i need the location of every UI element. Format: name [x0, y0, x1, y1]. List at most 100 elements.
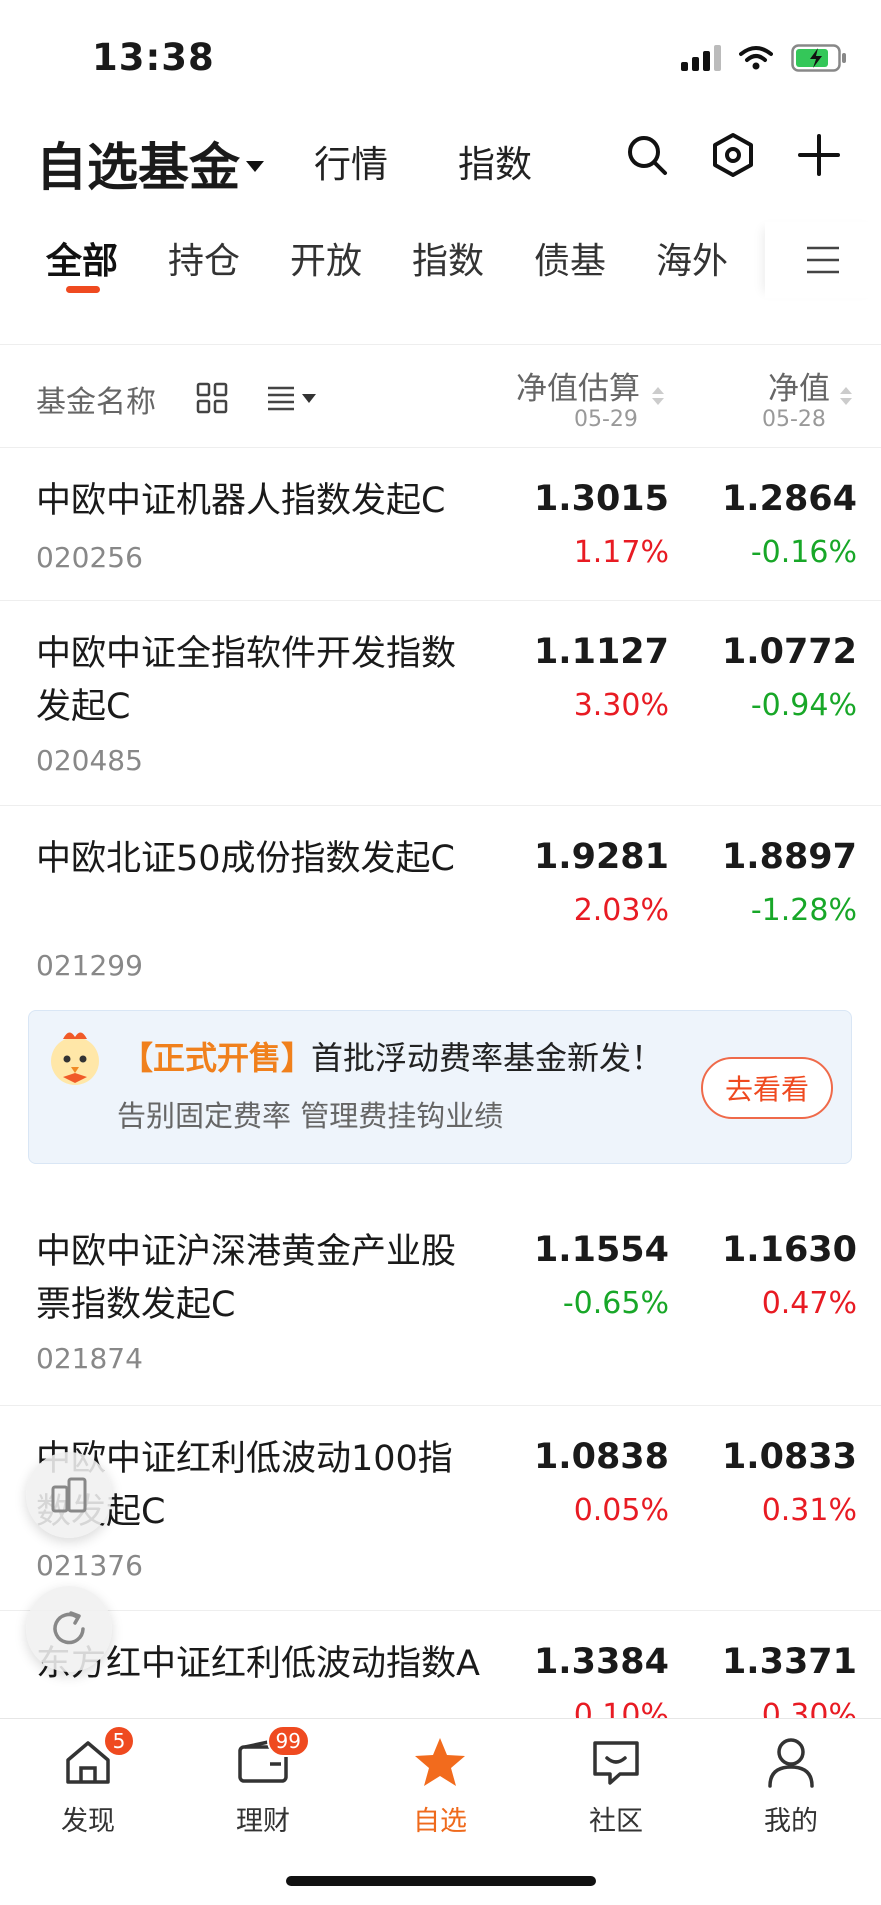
star-icon [411, 1733, 469, 1791]
fund-row[interactable]: 中欧中证全指软件开发指数发起C 020485 1.1127 3.30% 1.07… [0, 602, 881, 806]
fund-row[interactable]: 中欧中证沪深港黄金产业股票指数发起C 021874 1.1554 -0.65% … [0, 1200, 881, 1406]
fund-code: 020485 [36, 744, 143, 777]
nav-change: 0.47% [761, 1286, 857, 1321]
fund-row[interactable]: 中欧中证机器人指数发起C 020256 1.3015 1.17% 1.2864 … [0, 449, 881, 601]
est-change: 1.17% [573, 535, 669, 570]
caret-down-icon [246, 160, 265, 172]
home-icon: 5 [59, 1725, 135, 1791]
tab-index[interactable]: 指数 [412, 232, 484, 284]
fund-name: 中欧北证50成份指数发起C [36, 839, 455, 879]
est-change: 3.30% [573, 688, 669, 723]
column-est-nav[interactable]: 净值估算 [516, 363, 640, 408]
nav-label: 自选 [413, 1806, 467, 1837]
est-value: 1.1554 [533, 1230, 669, 1270]
sort-nav-icon[interactable] [840, 387, 852, 405]
fund-code: 020256 [36, 541, 143, 574]
caret-down-icon [302, 393, 316, 403]
promo-banner[interactable]: 【正式开售】 首批浮动费率基金新发！ 告别固定费率 管理费挂钩业绩 去看看 [28, 1010, 852, 1164]
status-time: 13:38 [92, 36, 215, 79]
nav-label: 理财 [236, 1806, 290, 1837]
grid-view-icon[interactable] [196, 382, 228, 414]
banner-view-button[interactable]: 去看看 [701, 1057, 833, 1119]
tab-open[interactable]: 开放 [290, 232, 362, 284]
fund-row[interactable]: 东方红中证红利低波动指数A 1.3384 0.10% 1.3371 0.30% [0, 1612, 881, 1718]
mascot-icon [51, 1032, 99, 1085]
battery-icon [791, 44, 846, 72]
column-fund-name: 基金名称 [36, 385, 156, 420]
nav-change: -1.28% [750, 893, 857, 928]
nav-watchlist[interactable]: 自选 [380, 1733, 500, 1838]
header-link-market[interactable]: 行情 [314, 134, 388, 188]
nav-label: 发现 [61, 1806, 115, 1837]
column-est-nav-date: 05-29 [574, 407, 638, 432]
fund-code: 021376 [36, 1549, 143, 1582]
nav-value: 1.0772 [721, 632, 857, 672]
tabs-menu-button[interactable] [765, 222, 881, 298]
table-header: 基金名称 净值估算 05-29 净值 05-28 [0, 344, 881, 448]
est-value: 1.1127 [533, 632, 669, 672]
est-change: 0.05% [573, 1493, 669, 1528]
fund-code: 021299 [36, 949, 143, 982]
nav-label: 社区 [589, 1806, 643, 1837]
wifi-icon [739, 46, 773, 70]
list-view-toggle[interactable] [266, 383, 316, 413]
nav-discover[interactable]: 5 发现 [28, 1725, 148, 1838]
est-change: -0.65% [562, 1286, 669, 1321]
column-nav[interactable]: 净值 [768, 363, 830, 408]
floating-compare-button[interactable] [26, 1452, 112, 1538]
nav-change: 0.30% [761, 1698, 857, 1718]
fund-name: 中欧中证沪深港黄金产业股票指数发起C [36, 1232, 457, 1325]
tab-bond[interactable]: 债基 [534, 232, 606, 284]
fund-row[interactable]: 中欧中证红利低波动100指数发起C 021376 1.0838 0.05% 1.… [0, 1407, 881, 1611]
list-view-icon [268, 386, 294, 411]
nav-value: 1.3371 [721, 1642, 857, 1682]
nav-value: 1.1630 [721, 1230, 857, 1270]
nav-label: 我的 [764, 1806, 818, 1837]
settings-icon[interactable] [708, 130, 758, 180]
nav-wealth[interactable]: 99 理财 [203, 1725, 323, 1838]
top-header: 自选基金 行情 指数 [0, 118, 881, 198]
refresh-icon [53, 1611, 85, 1645]
profile-icon [762, 1733, 820, 1791]
fund-name: 中欧中证机器人指数发起C [36, 481, 446, 521]
nav-value: 1.8897 [721, 837, 857, 877]
menu-icon [807, 246, 839, 274]
filter-tabs: 全部 持仓 开放 指数 债基 海外 [0, 222, 881, 302]
banner-tag: 【正式开售】 [121, 1039, 314, 1077]
header-link-index[interactable]: 指数 [458, 134, 532, 188]
wallet-icon: 99 [234, 1725, 310, 1791]
nav-badge: 5 [103, 1725, 135, 1757]
est-change: 2.03% [573, 893, 669, 928]
fund-name: 中欧中证全指软件开发指数发起C [36, 634, 457, 727]
tab-holdings[interactable]: 持仓 [168, 232, 240, 284]
add-icon[interactable] [794, 130, 844, 180]
est-value: 1.0838 [533, 1437, 669, 1477]
search-icon[interactable] [622, 130, 672, 180]
tab-overseas[interactable]: 海外 [656, 232, 728, 284]
nav-community[interactable]: 社区 [556, 1733, 676, 1838]
nav-mine[interactable]: 我的 [731, 1733, 851, 1838]
compare-icon [51, 1477, 87, 1513]
est-value: 1.3015 [533, 479, 669, 519]
nav-value: 1.0833 [721, 1437, 857, 1477]
page-title-dropdown[interactable]: 自选基金 [36, 126, 265, 200]
nav-change: -0.94% [750, 688, 857, 723]
banner-subtitle: 告别固定费率 管理费挂钩业绩 [117, 1099, 504, 1133]
fund-code: 021874 [36, 1342, 143, 1375]
est-change: 0.10% [573, 1698, 669, 1718]
home-indicator [286, 1876, 596, 1886]
floating-refresh-button[interactable] [26, 1586, 112, 1672]
tab-all[interactable]: 全部 [46, 232, 118, 284]
nav-badge: 99 [266, 1725, 310, 1757]
est-value: 1.9281 [533, 837, 669, 877]
active-tab-indicator [66, 286, 100, 293]
sort-est-nav-icon[interactable] [652, 387, 664, 405]
est-value: 1.3384 [533, 1642, 669, 1682]
status-icons [681, 40, 847, 76]
fund-row[interactable]: 中欧北证50成份指数发起C 021299 1.9281 2.03% 1.8897… [0, 807, 881, 987]
page-title: 自选基金 [36, 139, 241, 198]
banner-title: 首批浮动费率基金新发！ [311, 1039, 664, 1077]
column-nav-date: 05-28 [762, 407, 826, 432]
nav-change: -0.16% [750, 535, 857, 570]
nav-change: 0.31% [761, 1493, 857, 1528]
